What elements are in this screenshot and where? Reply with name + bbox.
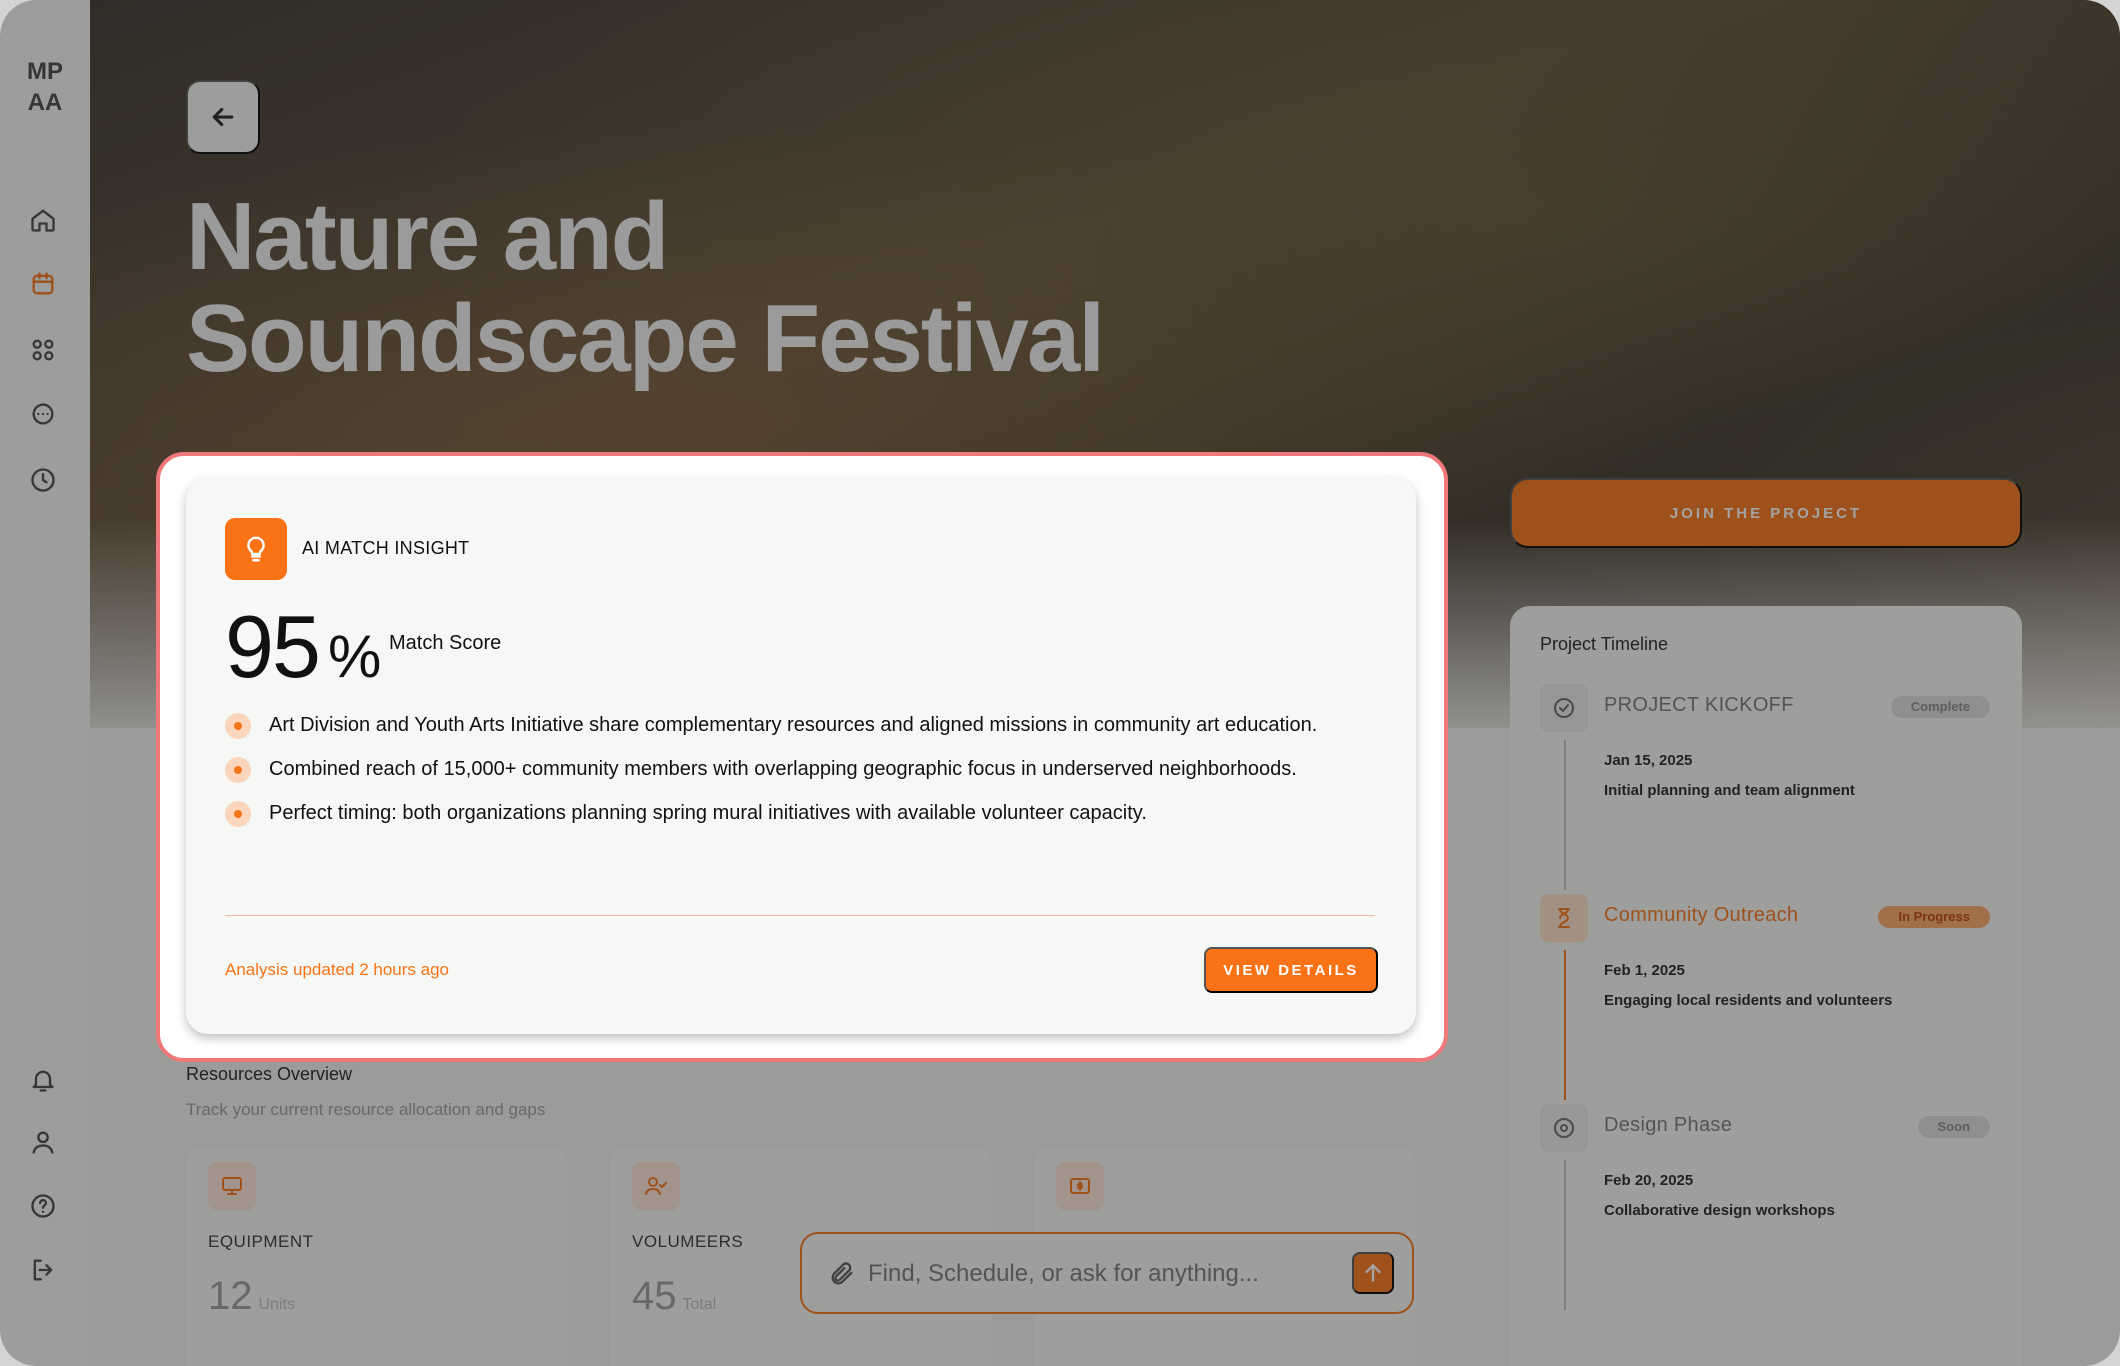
insight-reasons: Art Division and Youth Arts Initiative s… bbox=[225, 710, 1365, 842]
view-details-button[interactable]: VIEW DETAILS bbox=[1204, 947, 1378, 993]
resources-subtitle: Track your current resource allocation a… bbox=[186, 1100, 546, 1119]
resources-title: Resources Overview bbox=[186, 1064, 353, 1084]
clock-icon[interactable] bbox=[27, 464, 59, 496]
user-check-icon bbox=[632, 1162, 680, 1210]
resource-card-equipment[interactable]: EQUIPMENT 12 Units bbox=[186, 1148, 568, 1366]
target-icon bbox=[1540, 1104, 1588, 1152]
bullet-dot-icon bbox=[225, 757, 251, 783]
lightbulb-icon bbox=[225, 518, 287, 580]
timeline-connector bbox=[1564, 950, 1566, 1100]
logout-icon[interactable] bbox=[27, 1254, 59, 1286]
list-item: Combined reach of 15,000+ community memb… bbox=[225, 754, 1365, 784]
arrow-left-icon bbox=[212, 107, 234, 127]
resource-unit: Total bbox=[682, 1296, 717, 1313]
insight-title: AI MATCH INSIGHT bbox=[302, 538, 470, 558]
match-score-value: 95 bbox=[225, 597, 321, 696]
user-icon[interactable] bbox=[27, 1126, 59, 1158]
app-logo[interactable]: MP AA bbox=[0, 56, 90, 118]
check-circle-icon bbox=[1540, 684, 1588, 732]
page-title: Nature and Soundscape Festival bbox=[186, 186, 1486, 390]
match-score-label: Match Score bbox=[389, 632, 502, 654]
ai-match-insight-card: AI MATCH INSIGHT 95 % Match Score Art Di… bbox=[186, 478, 1416, 1034]
resource-label: VOLUMEERS bbox=[632, 1232, 744, 1251]
analysis-updated-text: Analysis updated 2 hours ago bbox=[225, 960, 449, 979]
resource-value: 45 Total bbox=[632, 1274, 716, 1319]
bullet-dot-icon bbox=[225, 801, 251, 827]
timeline-item-name: PROJECT KICKOFF bbox=[1604, 694, 1794, 716]
timeline-item-date: Feb 20, 2025 bbox=[1604, 1172, 1694, 1189]
grid-icon[interactable] bbox=[27, 334, 59, 366]
arrow-up-icon bbox=[1365, 1264, 1381, 1282]
chat-icon[interactable] bbox=[27, 398, 59, 430]
logo-line-2: AA bbox=[27, 89, 63, 116]
reason-text: Perfect timing: both organizations plann… bbox=[269, 802, 1147, 824]
app-window: MP AA Nature and Soundscape Festival Res… bbox=[0, 0, 2120, 1366]
resource-value: 12 Units bbox=[208, 1274, 295, 1319]
match-score-suffix: % bbox=[328, 623, 382, 690]
calendar-icon[interactable] bbox=[27, 268, 59, 300]
timeline-item-desc: Collaborative design workshops bbox=[1604, 1202, 1835, 1219]
send-button[interactable] bbox=[1352, 1252, 1394, 1294]
help-icon[interactable] bbox=[27, 1190, 59, 1222]
resource-label: EQUIPMENT bbox=[208, 1232, 314, 1251]
command-bar bbox=[800, 1232, 1414, 1314]
resource-number: 45 bbox=[632, 1274, 677, 1318]
list-item: Art Division and Youth Arts Initiative s… bbox=[225, 710, 1365, 740]
timeline-item-date: Feb 1, 2025 bbox=[1604, 962, 1685, 979]
timeline-connector bbox=[1564, 1160, 1566, 1310]
home-icon[interactable] bbox=[27, 204, 59, 236]
title-line-1: Nature and bbox=[186, 183, 669, 290]
timeline-connector bbox=[1564, 740, 1566, 890]
status-badge: Soon bbox=[1917, 1116, 1990, 1138]
timeline-item-name: Community Outreach bbox=[1604, 904, 1799, 926]
sidebar: MP AA bbox=[0, 0, 90, 1366]
timeline-item-date: Jan 15, 2025 bbox=[1604, 752, 1693, 769]
timeline-item-desc: Initial planning and team alignment bbox=[1604, 782, 1855, 799]
status-badge: In Progress bbox=[1878, 906, 1990, 928]
status-badge: Complete bbox=[1890, 696, 1990, 718]
reason-text: Combined reach of 15,000+ community memb… bbox=[269, 758, 1297, 780]
title-line-2: Soundscape Festival bbox=[186, 285, 1105, 392]
project-timeline: Project Timeline PROJECT KICKOFF Complet… bbox=[1510, 606, 2022, 1366]
join-project-button[interactable]: JOIN THE PROJECT bbox=[1510, 478, 2022, 548]
reason-text: Art Division and Youth Arts Initiative s… bbox=[269, 714, 1318, 736]
command-input[interactable] bbox=[868, 1254, 1328, 1294]
bell-icon[interactable] bbox=[27, 1064, 59, 1096]
back-button[interactable] bbox=[186, 80, 260, 154]
bullet-dot-icon bbox=[225, 713, 251, 739]
hourglass-icon bbox=[1540, 894, 1588, 942]
list-item: Perfect timing: both organizations plann… bbox=[225, 798, 1365, 828]
resource-unit: Units bbox=[258, 1296, 295, 1313]
timeline-title: Project Timeline bbox=[1540, 634, 1669, 654]
logo-line-1: MP bbox=[27, 58, 63, 85]
timeline-item-desc: Engaging local residents and volunteers bbox=[1604, 992, 1893, 1009]
monitor-icon bbox=[208, 1162, 256, 1210]
paperclip-icon[interactable] bbox=[828, 1260, 856, 1293]
resource-number: 12 bbox=[208, 1274, 253, 1318]
timeline-item-name: Design Phase bbox=[1604, 1114, 1733, 1136]
dollar-icon bbox=[1056, 1162, 1104, 1210]
divider bbox=[225, 915, 1375, 916]
